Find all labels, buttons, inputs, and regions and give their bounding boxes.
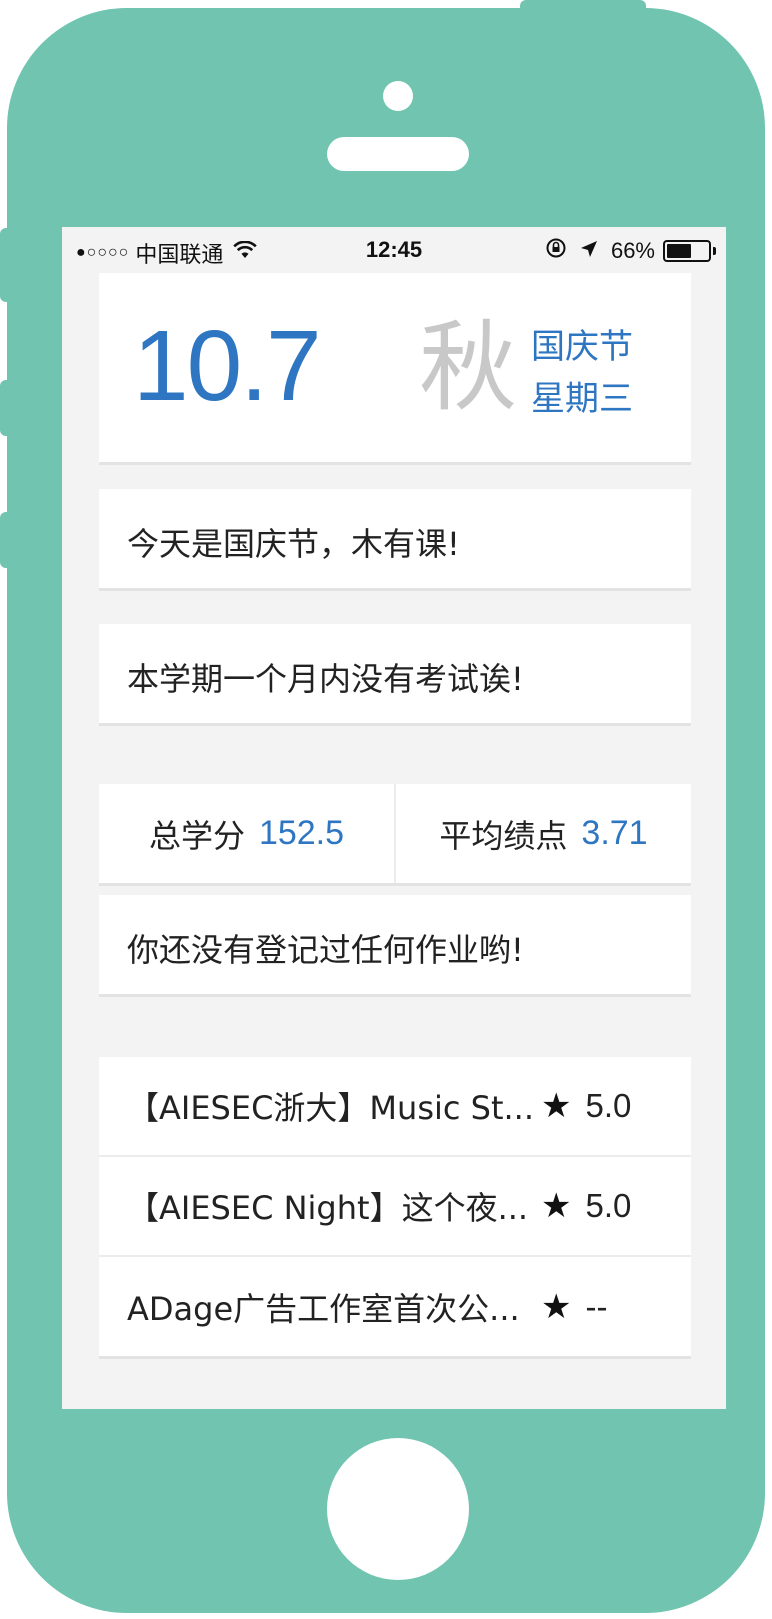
location-arrow-icon xyxy=(579,239,599,264)
homework-message: 你还没有登记过任何作业哟! xyxy=(127,931,524,969)
classes-card[interactable]: 今天是国庆节，木有课! xyxy=(99,489,691,591)
star-icon: ★ xyxy=(541,1287,572,1327)
gpa-value: 3.71 xyxy=(581,814,648,852)
season-label: 秋 xyxy=(419,311,518,425)
event-title: 【AIESEC浙大】Music St... xyxy=(127,1089,535,1127)
battery-percent: 66% xyxy=(610,238,655,263)
gpa-stat[interactable]: 平均绩点 3.71 xyxy=(394,784,691,883)
rating-value: 5.0 xyxy=(585,1187,632,1224)
classes-message: 今天是国庆节，木有课! xyxy=(127,525,460,563)
credits-label: 总学分 xyxy=(148,816,245,855)
exams-card[interactable]: 本学期一个月内没有考试诶! xyxy=(99,624,691,726)
event-row[interactable]: 【AIESEC Night】这个夜... ★ 5.0 xyxy=(99,1157,691,1257)
star-icon: ★ xyxy=(541,1086,572,1126)
event-title: ADage广告工作室首次公... xyxy=(127,1290,520,1328)
rating-value: 5.0 xyxy=(585,1087,632,1124)
battery-icon xyxy=(663,240,711,262)
rotation-lock-icon xyxy=(545,237,567,265)
events-card: 【AIESEC浙大】Music St... ★ 5.0 【AIESEC Nigh… xyxy=(99,1057,691,1359)
status-bar: ●○○○○ 中国联通 12:45 66% xyxy=(62,227,726,273)
gpa-label: 平均绩点 xyxy=(439,816,568,855)
front-camera xyxy=(383,81,413,111)
exams-message: 本学期一个月内没有考试诶! xyxy=(127,660,524,698)
rating-value: -- xyxy=(585,1288,608,1325)
holiday-label: 国庆节 xyxy=(531,327,633,367)
event-row[interactable]: 【AIESEC浙大】Music St... ★ 5.0 xyxy=(99,1057,691,1157)
credits-stat[interactable]: 总学分 152.5 xyxy=(99,784,394,883)
date-display: 10.7 xyxy=(133,310,322,422)
earpiece-speaker xyxy=(327,137,469,171)
credits-value: 152.5 xyxy=(258,814,345,852)
event-row[interactable]: ADage广告工作室首次公... ★ -- xyxy=(99,1257,691,1357)
battery-fill xyxy=(667,244,691,258)
event-rating: ★ 5.0 xyxy=(541,1186,631,1226)
screen: ●○○○○ 中国联通 12:45 66% 10.7 秋 国庆节 星期三 今天是国… xyxy=(62,227,726,1409)
event-rating: ★ -- xyxy=(541,1287,607,1327)
stats-card: 总学分 152.5 平均绩点 3.71 xyxy=(99,784,691,886)
date-card: 10.7 秋 国庆节 星期三 xyxy=(99,273,691,465)
home-button[interactable] xyxy=(327,1438,469,1580)
homework-card[interactable]: 你还没有登记过任何作业哟! xyxy=(99,895,691,997)
battery-tip xyxy=(713,247,716,255)
event-title: 【AIESEC Night】这个夜... xyxy=(127,1189,529,1227)
event-rating: ★ 5.0 xyxy=(541,1086,631,1126)
star-icon: ★ xyxy=(541,1186,572,1226)
weekday-label: 星期三 xyxy=(531,379,633,419)
